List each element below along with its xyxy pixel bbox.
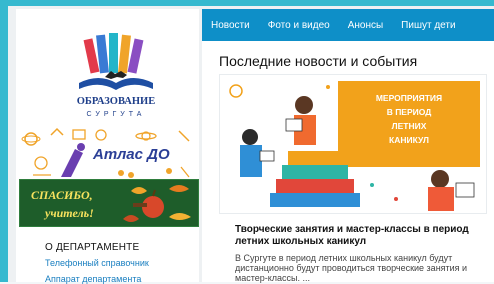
featured-news-image[interactable]: МЕРОПРИЯТИЯ В ПЕРИОД ЛЕТНИХ КАНИКУЛ [219,74,487,214]
caption-line-3: ЛЕТНИХ [392,121,427,131]
thanks-line-2: учитель! [43,206,94,220]
atlas-banner[interactable]: Атлас ДО [21,127,196,183]
thanks-line-1: СПАСИБО, [31,188,93,202]
site-logo[interactable]: ОБРАЗОВАНИЕ СУРГУТА [51,31,181,121]
caption-line-1: МЕРОПРИЯТИЯ [376,93,442,103]
logo-text-secondary: СУРГУТА [87,111,146,118]
student-figure [295,96,313,114]
teacher-thanks-banner[interactable]: СПАСИБО, учитель! [18,178,200,228]
logo-text-primary: ОБРАЗОВАНИЕ [77,96,155,107]
teacher-banner-art: СПАСИБО, учитель! [18,178,200,228]
books-icon [270,193,360,207]
logo-icon: ОБРАЗОВАНИЕ СУРГУТА [77,33,155,118]
top-navigation: Новости Фото и видео Анонсы Пишут дети [202,9,494,41]
department-heading: О ДЕПАРТАМЕНТЕ [45,242,140,253]
nav-item-announcements[interactable]: Анонсы [339,20,392,31]
department-staff-link[interactable]: Аппарат департамента [45,274,141,284]
phone-directory-link[interactable]: Телефонный справочник [45,258,149,268]
news-snippet: В Сургуте в период летних школьных каник… [235,253,468,283]
sidebar: ОБРАЗОВАНИЕ СУРГУТА Атлас ДО СПАСИБО, уч… [16,9,200,284]
featured-illustration: МЕРОПРИЯТИЯ В ПЕРИОД ЛЕТНИХ КАНИКУЛ [220,75,486,213]
caption-line-2: В ПЕРИОД [387,107,432,117]
atlas-banner-art: Атлас ДО [21,127,196,183]
section-title: Последние новости и события [219,53,418,69]
atlas-title: Атлас ДО [92,146,170,163]
nav-item-news[interactable]: Новости [202,20,259,31]
nav-item-photo-video[interactable]: Фото и видео [259,20,339,31]
nav-item-children-write[interactable]: Пишут дети [392,20,464,31]
caption-line-4: КАНИКУЛ [389,135,429,145]
news-headline[interactable]: Творческие занятия и мастер-классы в пер… [235,224,485,248]
left-edge-decoration [0,0,8,282]
top-edge-decoration [0,0,494,6]
main-content: Новости Фото и видео Анонсы Пишут дети П… [202,9,494,283]
